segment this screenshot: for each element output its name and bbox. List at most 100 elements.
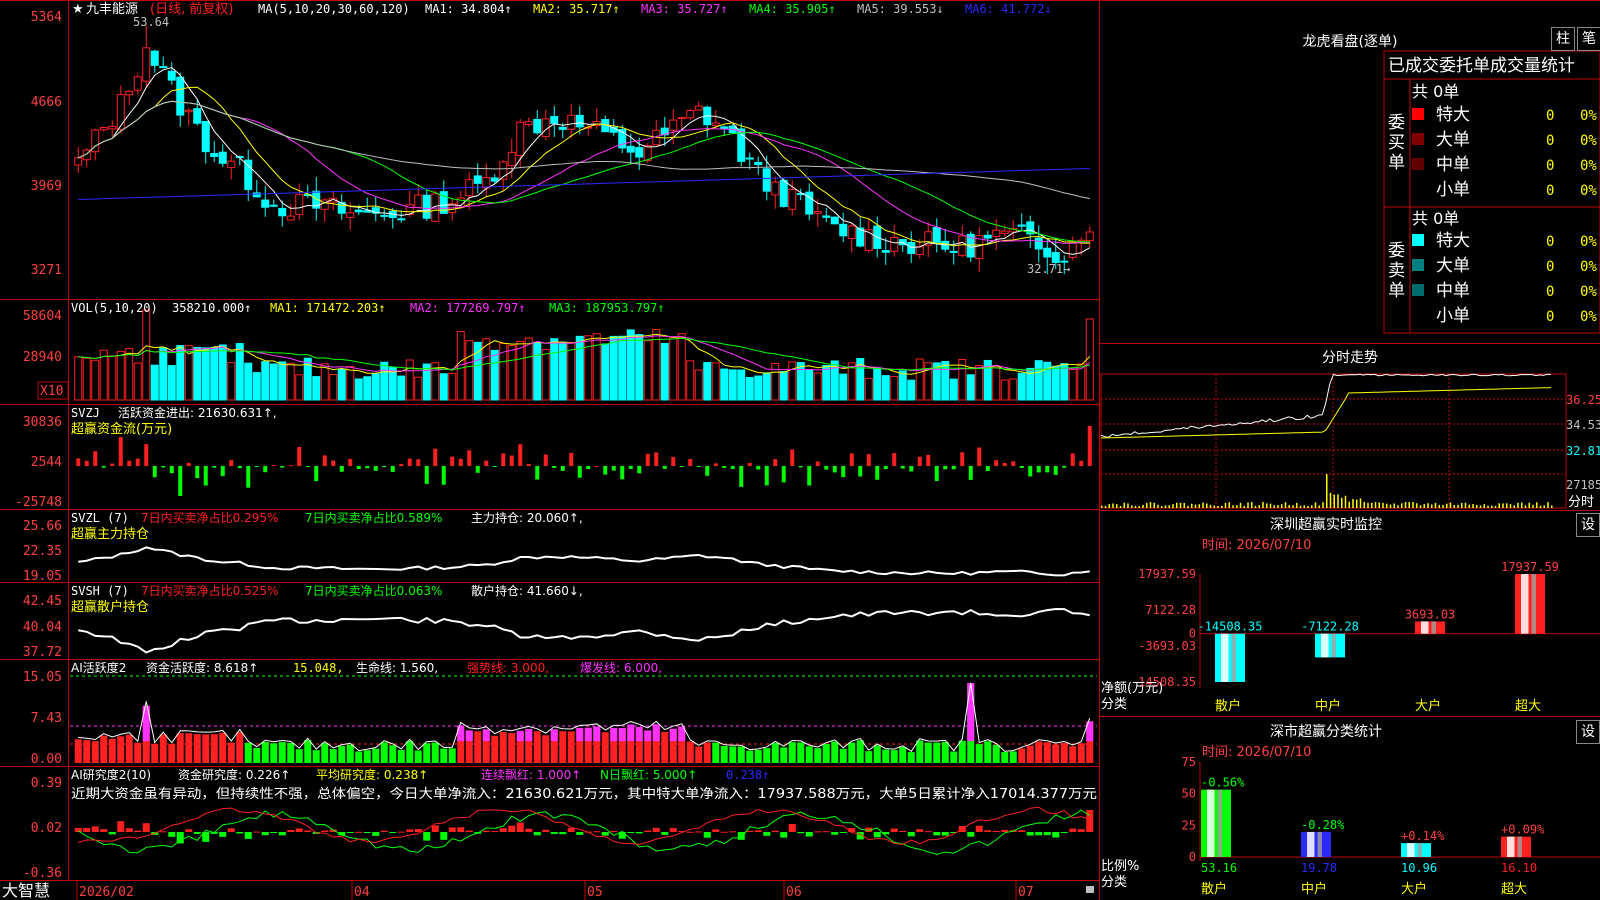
svzj-bar-58 bbox=[569, 452, 574, 466]
candle-body-101 bbox=[932, 227, 941, 244]
sz-bar-1-shade bbox=[1331, 633, 1336, 658]
ai2-bar-47 bbox=[474, 731, 482, 763]
fenshi-vol-88 bbox=[1431, 504, 1433, 508]
ai2-bar-111 bbox=[1018, 748, 1026, 763]
sh-settings-button[interactable]: 设 bbox=[1576, 720, 1600, 744]
sh-time: 时间: 2026/07/10 bbox=[1202, 745, 1311, 760]
ai3-bar-43 bbox=[440, 832, 448, 840]
svsh-t3: 散户持仓: 41.660↓, bbox=[471, 583, 583, 598]
fenshi-vol-80 bbox=[1401, 503, 1403, 508]
ai2-bar-37 bbox=[389, 745, 397, 763]
ai3-t3: 平均研究度: 0.238↑ bbox=[316, 767, 428, 782]
fenshi-title: 分时走势 bbox=[1322, 350, 1378, 366]
sh-value-1: 19.78 bbox=[1301, 861, 1337, 875]
ai3-bar-36 bbox=[380, 830, 388, 832]
vol-bar-90 bbox=[839, 373, 848, 401]
sz-bar-2-shine bbox=[1421, 621, 1429, 634]
svzj-bar-44 bbox=[450, 456, 455, 466]
ai2-top-56 bbox=[550, 729, 558, 742]
vol-bar-15 bbox=[201, 347, 210, 401]
ai3-bar-49 bbox=[491, 831, 499, 833]
vol-bar-91 bbox=[847, 362, 856, 401]
dragon-title: 龙虎看盘(逐单) bbox=[1303, 33, 1398, 50]
svsh-subtitle: 超赢散户持仓 bbox=[71, 599, 149, 615]
svzl-subtitle: 超赢主力持仓 bbox=[71, 526, 149, 542]
vol-bar-93 bbox=[864, 377, 873, 401]
stock-chart-canvas[interactable]: ★ 九丰能源 (日线, 前复权) MA(5,10,20,30,60,120) M… bbox=[0, 0, 1600, 900]
svzj-bar-89 bbox=[832, 466, 837, 473]
candle-body-117 bbox=[1068, 240, 1077, 258]
buy-side-3: 单 bbox=[1388, 153, 1405, 173]
sh-value-2: 10.96 bbox=[1401, 861, 1437, 875]
candle-body-23 bbox=[269, 204, 278, 207]
ai2-bar-110 bbox=[1009, 751, 1017, 763]
intraday-panel[interactable] bbox=[1100, 373, 1567, 509]
svzl-panel[interactable] bbox=[78, 546, 1090, 577]
vol-bar-29 bbox=[320, 363, 329, 401]
tick-mode-button[interactable]: 笔 bbox=[1577, 27, 1600, 51]
fenshi-vol-10 bbox=[1138, 505, 1140, 508]
ai3-bar-37 bbox=[389, 832, 397, 833]
candle-body-66 bbox=[635, 147, 644, 158]
candle-body-11 bbox=[167, 70, 176, 81]
fenshi-vol-61 bbox=[1329, 492, 1332, 508]
sell-row-2: 大单 bbox=[1436, 256, 1470, 276]
vol-bar-84 bbox=[788, 361, 797, 401]
candlestick-panel[interactable] bbox=[74, 26, 1094, 275]
fenshi-vol-19 bbox=[1172, 504, 1174, 508]
svzj-bar-88 bbox=[824, 466, 829, 470]
buy-color-2 bbox=[1412, 133, 1424, 145]
ai3-bar-115 bbox=[1052, 832, 1060, 838]
svzj-bar-6 bbox=[127, 460, 132, 466]
ai3-bar-57 bbox=[559, 832, 567, 835]
fenshi-vol-89 bbox=[1434, 502, 1437, 508]
svzj-panel[interactable] bbox=[76, 426, 1092, 497]
ai3-bar-7 bbox=[134, 830, 142, 832]
ma6-value: MA6: 41.772↓ bbox=[965, 2, 1052, 16]
bar-mode-button[interactable]: 柱 bbox=[1551, 27, 1575, 51]
svzj-bar-42 bbox=[433, 448, 438, 466]
fenshi-vol-108 bbox=[1506, 503, 1508, 508]
sell-count-4: 0 bbox=[1546, 309, 1554, 325]
candle-body-114 bbox=[1043, 247, 1052, 258]
volume-panel[interactable] bbox=[74, 309, 1094, 401]
ai3-bar-96 bbox=[890, 828, 898, 832]
ai3-bar-67 bbox=[644, 830, 652, 832]
buy-pct-4: 0% bbox=[1580, 183, 1597, 199]
svzj-bar-86 bbox=[807, 466, 812, 486]
ai2-bar-51 bbox=[508, 733, 516, 763]
svzj-bar-69 bbox=[662, 466, 667, 469]
candle-body-80 bbox=[754, 161, 763, 166]
vol-bar-78 bbox=[737, 369, 746, 401]
svsh-panel[interactable] bbox=[78, 608, 1090, 654]
ai2-bar-91 bbox=[848, 742, 856, 763]
ai2-bar-98 bbox=[907, 752, 915, 763]
vol-bar-7 bbox=[133, 362, 142, 401]
candle-body-83 bbox=[779, 179, 788, 207]
ai2-top-61 bbox=[593, 726, 601, 742]
svzj-bar-95 bbox=[883, 466, 888, 470]
candle-body-79 bbox=[745, 157, 754, 160]
ai3-bar-5 bbox=[117, 821, 125, 832]
ai2-bar-73 bbox=[695, 746, 703, 763]
ai2-bar-58 bbox=[567, 731, 575, 763]
ai3-bar-35 bbox=[372, 832, 380, 836]
vol-bar-23 bbox=[269, 363, 278, 401]
svzj-bar-70 bbox=[671, 456, 676, 466]
sz-settings-button[interactable]: 设 bbox=[1576, 513, 1600, 537]
ma-line-4 bbox=[78, 100, 1090, 243]
ai-activity-panel[interactable] bbox=[70, 675, 1097, 763]
vol-bar-19 bbox=[235, 343, 244, 401]
ai3-bar-45 bbox=[457, 827, 465, 832]
sz-bar-3 bbox=[1515, 574, 1545, 634]
sh-title: 深市超赢分类统计 bbox=[1270, 723, 1382, 740]
ai2-bar-76 bbox=[720, 746, 728, 763]
candle-body-25 bbox=[286, 215, 295, 221]
sell-count-1: 0 bbox=[1546, 234, 1554, 250]
ai2-bar-114 bbox=[1043, 742, 1051, 763]
month-label-3: 05 bbox=[587, 885, 603, 900]
vol-bar-43 bbox=[439, 373, 448, 401]
ai-research-panel[interactable] bbox=[74, 806, 1094, 855]
svzj-bar-107 bbox=[985, 466, 990, 472]
ai3-t6: 0.238↑ bbox=[726, 768, 769, 782]
